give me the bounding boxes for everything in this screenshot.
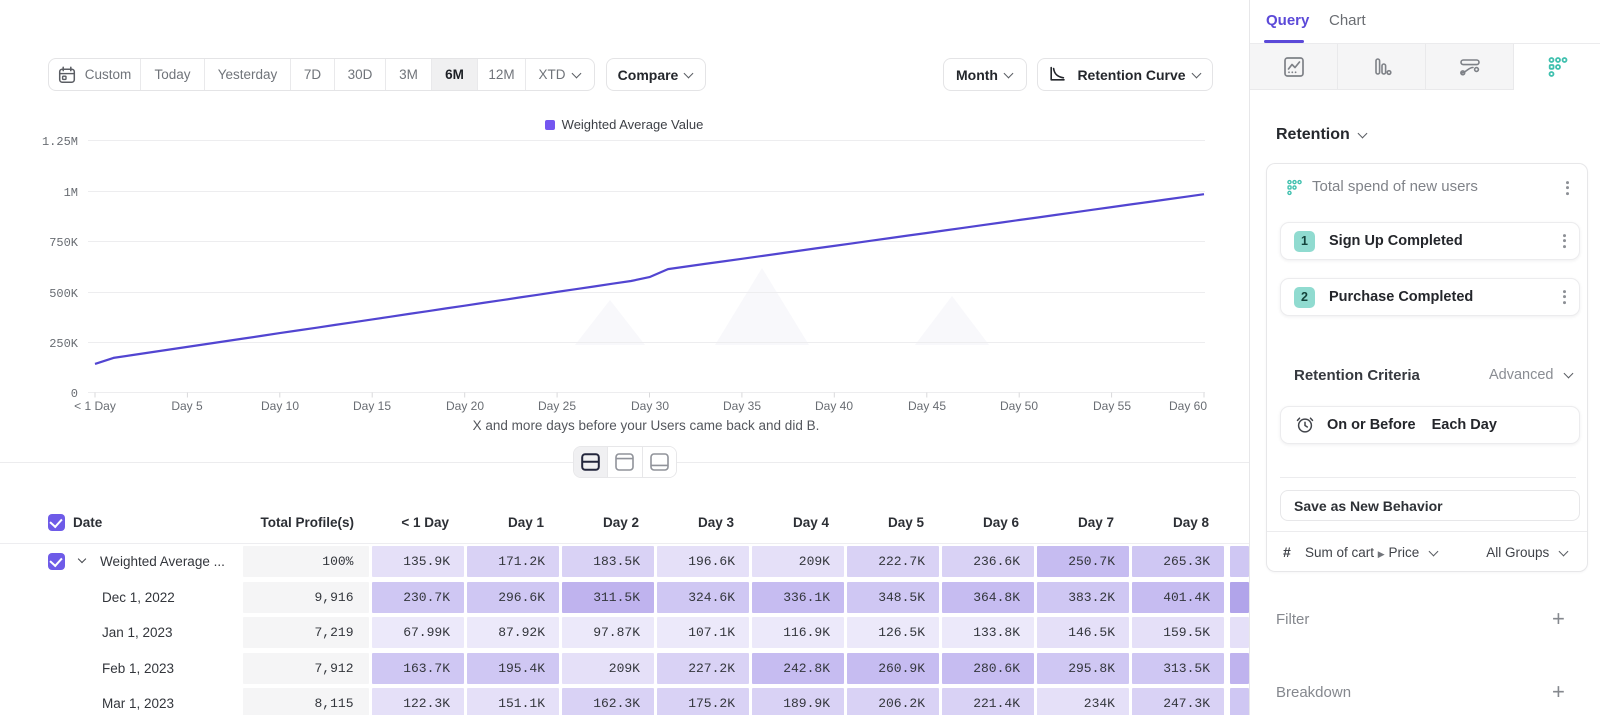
svg-text:Day 55: Day 55 (1093, 399, 1131, 413)
svg-text:Day 5: Day 5 (171, 399, 203, 413)
svg-text:1M: 1M (64, 186, 78, 200)
svg-text:750K: 750K (49, 236, 79, 250)
svg-text:Day 25: Day 25 (538, 399, 576, 413)
svg-text:Day 20: Day 20 (446, 399, 484, 413)
svg-text:Day 50: Day 50 (1000, 399, 1038, 413)
svg-text:Day 35: Day 35 (723, 399, 761, 413)
svg-text:250K: 250K (49, 337, 79, 351)
svg-text:500K: 500K (49, 287, 79, 301)
svg-text:Day 40: Day 40 (815, 399, 853, 413)
svg-text:Day 15: Day 15 (353, 399, 391, 413)
svg-text:Day 45: Day 45 (908, 399, 946, 413)
svg-text:1.25M: 1.25M (42, 135, 78, 149)
svg-text:Day 60: Day 60 (1169, 399, 1207, 413)
svg-text:X and more days before your Us: X and more days before your Users came b… (473, 418, 820, 433)
svg-text:Day 10: Day 10 (261, 399, 299, 413)
svg-text:< 1 Day: < 1 Day (74, 399, 116, 413)
svg-text:Day 30: Day 30 (631, 399, 669, 413)
